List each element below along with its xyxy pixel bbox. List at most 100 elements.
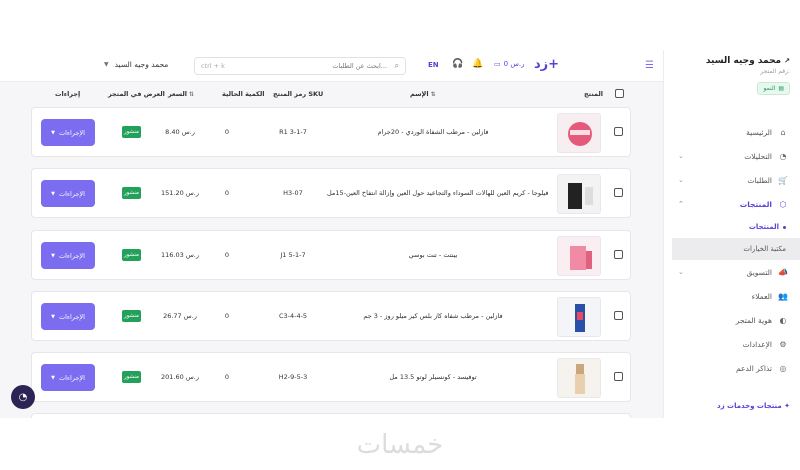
- sidebar-item-store-identity[interactable]: هوية المتجر ◐: [664, 308, 800, 332]
- product-price: 151.20 ر.س: [161, 189, 199, 197]
- product-price: 26.77 ر.س: [163, 312, 197, 320]
- actions-button[interactable]: ▼ الإجراءات: [41, 242, 95, 269]
- store-info: محمد وجيه السيد ↗ رقم المتجر: النمو ▤: [706, 56, 790, 95]
- wallet-icon: ▭: [494, 60, 501, 68]
- product-price: 201.60 ر.س: [161, 373, 199, 381]
- product-name[interactable]: فازلين - مرطب الشفاة الوردي - 20جرام: [327, 128, 539, 136]
- sidebar-item-marketing[interactable]: ⌄ التسويق 📣: [664, 260, 800, 284]
- table-header: المنتج الإسم ⇅ رمز المنتج SKU الكمية الحا…: [30, 86, 632, 104]
- col-sku: رمز المنتج SKU: [273, 90, 324, 98]
- chevron-down-icon: ▼: [51, 190, 55, 197]
- table-row[interactable]: بينتت - تنت بوسي J1 5-1-7 0 116.03 ر.س م…: [31, 230, 631, 280]
- chevron-down-icon: ⌄: [678, 268, 684, 276]
- select-all-checkbox[interactable]: [615, 89, 624, 100]
- chevron-up-icon: ⌃: [678, 200, 684, 208]
- status-badge: منشور: [122, 187, 141, 199]
- gear-icon: ⚙: [779, 339, 787, 349]
- product-price: 116.03 ر.س: [161, 251, 199, 259]
- status-badge: منشور: [122, 126, 141, 138]
- wallet-amount: 0 ر.س: [503, 60, 525, 68]
- plan-badge: النمو ▤: [757, 82, 790, 95]
- row-checkbox[interactable]: [614, 127, 623, 136]
- chart-icon: ◔: [779, 151, 787, 161]
- sidebar: محمد وجيه السيد ↗ رقم المتجر: النمو ▤ الرئ…: [663, 50, 800, 418]
- sidebar-subitem-options-library[interactable]: مكتبة الخيارات: [672, 238, 800, 260]
- palette-icon: ◐: [779, 315, 787, 325]
- col-actions: إجراءات: [55, 90, 81, 98]
- product-sku: H2-9-5-3: [278, 373, 308, 381]
- table-row[interactable]: فازلين - مرطب شفاه كاز بلس كير ميلو روز …: [31, 291, 631, 341]
- chevron-down-icon: ▼: [51, 129, 55, 136]
- product-thumbnail[interactable]: [557, 236, 601, 276]
- status-badge: منشور: [122, 371, 141, 383]
- product-sku: J1 5-1-7: [280, 251, 306, 259]
- product-name[interactable]: بينتت - تنت بوسي: [327, 251, 539, 259]
- store-id-label: رقم المتجر:: [760, 68, 790, 75]
- external-link-icon: ↗: [784, 57, 790, 65]
- app-window: ☰ زد+ ▭ 0 ر.س 🔔 🎧 EN ⌕ ctrl + k ▼ محمد و…: [0, 50, 800, 418]
- sidebar-item-analytics[interactable]: ⌄ التحليلات ◔: [664, 144, 800, 168]
- sidebar-item-orders[interactable]: ⌄ الطلبات 🛒: [664, 168, 800, 192]
- product-thumbnail[interactable]: [557, 297, 601, 337]
- table-row[interactable]: فيلوجا - كريم العين للهالات السوداء والت…: [31, 168, 631, 218]
- actions-button[interactable]: ▼ الإجراءات: [41, 303, 95, 330]
- product-name[interactable]: توفيسد - كونسيلر لوتو 13.5 مل: [327, 373, 539, 381]
- zid-logo[interactable]: زد+: [534, 57, 559, 72]
- top-blank-area: [0, 0, 800, 50]
- sidebar-item-support[interactable]: تذاكر الدعم ◎: [664, 356, 800, 380]
- col-product: المنتج: [584, 90, 604, 98]
- product-price: 8.40 ر.س: [165, 128, 195, 136]
- cart-icon: 🛒: [778, 175, 788, 185]
- actions-button[interactable]: ▼ الإجراءات: [41, 364, 95, 391]
- users-icon: 👥: [778, 291, 788, 301]
- sidebar-footer-link[interactable]: منتجات وخدمات زد ✦: [717, 402, 790, 410]
- product-thumbnail[interactable]: [557, 113, 601, 153]
- watermark-area: خمسات: [0, 418, 800, 470]
- box-icon: ⬡: [779, 199, 787, 209]
- product-name[interactable]: فيلوجا - كريم العين للهالات السوداء والت…: [327, 189, 548, 197]
- store-selector-label: محمد وجيه السيد: [114, 60, 169, 69]
- row-checkbox[interactable]: [614, 188, 623, 197]
- search-input[interactable]: [237, 60, 387, 72]
- product-name[interactable]: فازلين - مرطب شفاه كاز بلس كير ميلو روز …: [327, 312, 539, 320]
- sidebar-item-customers[interactable]: العملاء 👥: [664, 284, 800, 308]
- col-price[interactable]: السعر ⇅: [168, 90, 194, 98]
- bell-icon[interactable]: 🔔: [472, 59, 483, 69]
- row-checkbox[interactable]: [614, 250, 623, 259]
- language-switch[interactable]: EN: [428, 61, 439, 69]
- product-qty: 0: [224, 312, 230, 320]
- row-checkbox[interactable]: [614, 372, 623, 381]
- product-qty: 0: [224, 189, 230, 197]
- menu-icon[interactable]: ☰: [645, 60, 654, 71]
- chevron-down-icon: ⌄: [678, 152, 684, 160]
- chevron-down-icon: ▼: [51, 252, 55, 259]
- plan-icon: ▤: [778, 85, 784, 92]
- product-thumbnail[interactable]: [557, 358, 601, 398]
- sidebar-subitem-products[interactable]: المنتجات: [664, 216, 800, 238]
- store-name[interactable]: محمد وجيه السيد ↗: [706, 56, 790, 66]
- search-box[interactable]: ⌕ ctrl + k: [194, 57, 406, 75]
- product-qty: 0: [224, 128, 230, 136]
- wallet-balance[interactable]: ▭ 0 ر.س: [494, 60, 524, 68]
- store-selector[interactable]: ▼ محمد وجيه السيد: [104, 60, 168, 69]
- table-row[interactable]: فازلين - مرطب الشفاة الوردي - 20جرام R1 …: [31, 107, 631, 157]
- chat-fab-button[interactable]: ◔: [11, 385, 35, 409]
- product-qty: 0: [224, 251, 230, 259]
- sidebar-item-home[interactable]: الرئيسية ⌂: [664, 120, 800, 144]
- product-qty: 0: [224, 373, 230, 381]
- active-dot: [783, 225, 786, 229]
- support-icon: ◎: [779, 363, 787, 373]
- col-name[interactable]: الإسم ⇅: [410, 90, 436, 98]
- product-sku: R1 3-1-7: [279, 128, 307, 136]
- row-checkbox[interactable]: [614, 311, 623, 320]
- table-row[interactable]: توفيسد - كونسيلر لوتو 13.5 مل H2-9-5-3 0…: [31, 352, 631, 402]
- sidebar-item-products[interactable]: ⌃ المنتجات ⬡: [664, 192, 800, 216]
- actions-button[interactable]: ▼ الإجراءات: [41, 119, 95, 146]
- actions-button[interactable]: ▼ الإجراءات: [41, 180, 95, 207]
- sidebar-item-settings[interactable]: الإعدادات ⚙: [664, 332, 800, 356]
- status-badge: منشور: [122, 310, 141, 322]
- headset-icon[interactable]: 🎧: [452, 59, 463, 69]
- product-thumbnail[interactable]: [557, 174, 601, 214]
- top-bar: ☰ زد+ ▭ 0 ر.س 🔔 🎧 EN ⌕ ctrl + k ▼ محمد و…: [0, 50, 663, 82]
- sort-icon: ⇅: [430, 91, 436, 98]
